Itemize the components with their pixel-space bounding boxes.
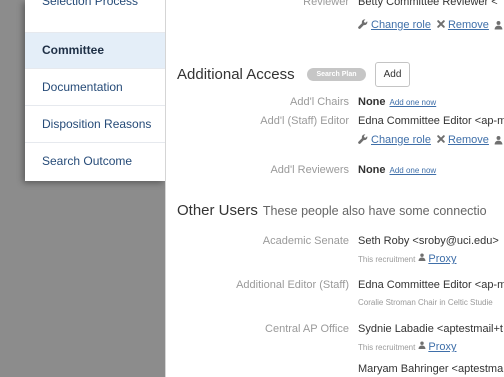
reviewer-actions: Change role Remove <box>358 18 504 32</box>
proxy-link[interactable]: Proxy <box>415 252 456 264</box>
note-text: Coralie Stroman Chair in Celtic Studie <box>358 298 493 307</box>
sidebar-item-label: Search Outcome <box>42 154 133 168</box>
other-user-role-label: Academic Senate <box>262 235 349 247</box>
remove-label: Remove <box>447 19 489 31</box>
other-users-title: Other Users <box>177 202 258 219</box>
close-icon <box>437 20 445 28</box>
sidebar-item-disposition-reasons[interactable]: Disposition Reasons <box>25 106 165 143</box>
other-user-name: Edna Committee Editor <ap-m <box>358 279 504 291</box>
add-chair-link[interactable]: Add one now <box>390 98 437 107</box>
sidebar-nav: Selection Process Committee Documentatio… <box>25 0 165 181</box>
other-user-role-label: Additional Editor (Staff) <box>236 279 349 291</box>
remove-label: Remove <box>447 134 489 146</box>
remove-link[interactable]: Remove <box>431 19 489 31</box>
change-role-link[interactable]: Change role <box>358 19 431 31</box>
change-role-label: Change role <box>371 134 431 146</box>
change-role-label: Change role <box>371 19 431 31</box>
sidebar-item-committee[interactable]: Committee <box>25 33 165 69</box>
main-content: Reviewer Betty Committee Reviewer < Chan… <box>166 0 504 377</box>
proxy-link[interactable]: Proxy <box>415 340 456 352</box>
other-user-note: This recruitment Proxy <box>358 252 504 264</box>
other-users-subtitle: These people also have some connectio <box>262 204 487 218</box>
sidebar-item-search-outcome[interactable]: Search Outcome <box>25 143 165 180</box>
change-role-link[interactable]: Change role <box>358 134 431 146</box>
staff-editor-actions: Change role Remove <box>358 133 504 147</box>
addl-chairs-label: Add'l Chairs <box>290 96 349 108</box>
add-access-button[interactable]: Add <box>375 62 410 87</box>
none-value: None <box>358 164 386 176</box>
sidebar-item-selection-process[interactable]: Selection Process <box>25 0 165 33</box>
addl-staff-editor-label: Add'l (Staff) Editor <box>260 115 349 127</box>
note-text: This recruitment <box>358 343 416 352</box>
note-text: This recruitment <box>358 255 416 264</box>
sidebar-item-documentation[interactable]: Documentation <box>25 69 165 106</box>
search-plan-badge: Search Plan <box>307 68 366 81</box>
addl-chairs-value: None Add one now <box>358 95 504 110</box>
sidebar-item-label: Documentation <box>42 80 123 94</box>
additional-access-title: Additional Access <box>177 66 295 83</box>
other-user-name: Sydnie Labadie <aptestmail+t <box>358 323 503 335</box>
none-value: None <box>358 96 386 108</box>
other-users-header: Other Users These people also have some c… <box>177 202 504 220</box>
proxy-label: Proxy <box>428 253 457 264</box>
close-icon <box>437 135 445 143</box>
wrench-icon <box>358 134 368 144</box>
user-icon <box>418 341 426 349</box>
reviewer-name: Betty Committee Reviewer < <box>358 0 498 8</box>
remove-link[interactable]: Remove <box>431 134 489 146</box>
sidebar-item-label: Selection Process <box>42 0 139 8</box>
sidebar-item-label: Disposition Reasons <box>42 117 152 131</box>
addl-reviewers-label: Add'l Reviewers <box>270 164 349 176</box>
user-icon <box>418 253 426 261</box>
sidebar-item-label: Committee <box>42 43 105 57</box>
reviewer-role-label: Reviewer <box>303 0 349 8</box>
addl-staff-editor-value: Edna Committee Editor <ap-m <box>358 115 504 127</box>
other-user-note: Coralie Stroman Chair in Celtic Studie <box>358 295 504 307</box>
user-icon[interactable] <box>494 20 503 30</box>
add-reviewer-link[interactable]: Add one now <box>390 166 437 175</box>
user-icon[interactable] <box>494 135 503 145</box>
addl-reviewers-value: None Add one now <box>358 163 504 178</box>
other-user-name: Maryam Bahringer <aptestma <box>358 363 504 375</box>
wrench-icon <box>358 19 368 29</box>
other-user-name: Seth Roby <sroby@uci.edu> <box>358 235 499 247</box>
other-user-note: This recruitment Proxy <box>358 340 504 352</box>
other-user-role-label: Central AP Office <box>265 323 349 335</box>
proxy-label: Proxy <box>428 341 457 352</box>
